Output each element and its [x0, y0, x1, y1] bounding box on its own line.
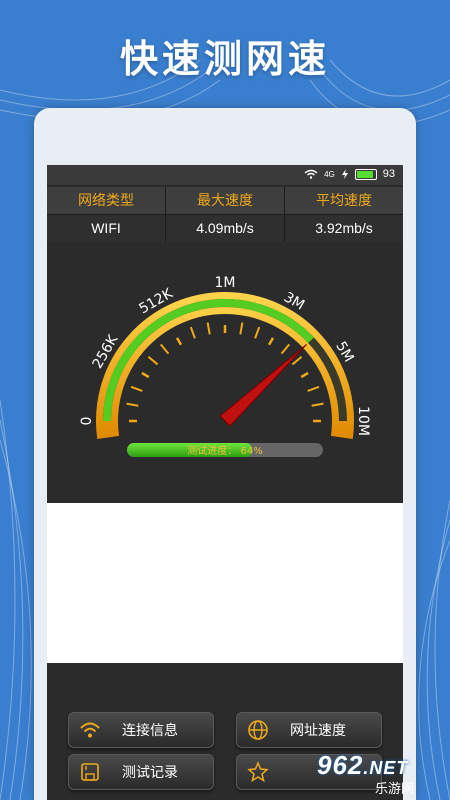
test-history-button[interactable]: 测试记录 [68, 754, 214, 790]
url-speed-button[interactable]: 网址速度 [236, 712, 382, 748]
star-icon [247, 761, 269, 783]
needle-pointer [219, 343, 308, 427]
watermark-brand: 962 [317, 750, 364, 780]
gauge-speed-arc [103, 299, 314, 422]
app-screen: 4G 93 网络类型 最大速度 平均速度 WIFI 4.09mb/s 3.92m… [47, 165, 403, 800]
network-type: 4G [324, 169, 335, 179]
gauge-tick [280, 343, 291, 355]
gauge-track [103, 299, 347, 422]
gauge-tick [141, 371, 150, 379]
gauge-label-3: 1M [215, 275, 236, 291]
results-area [47, 503, 403, 663]
charging-icon [341, 169, 348, 179]
battery-percent: 93 [382, 168, 395, 180]
value-max-speed: 4.09mb/s [166, 214, 285, 242]
gauge-tick [130, 385, 143, 392]
gauge-tick [311, 402, 324, 407]
gauge-tick [206, 322, 211, 335]
gauge-tick [300, 371, 309, 379]
gauge-tick [189, 326, 196, 339]
watermark-sub: 乐游网 [375, 781, 415, 796]
speedometer-gauge: 0256K512K1M3M5M10M 测试进度： 64% [79, 275, 371, 457]
header-max-speed: 最大速度 [166, 187, 285, 214]
wifi-icon [304, 169, 318, 179]
header-network-type: 网络类型 [47, 187, 166, 214]
gauge-tick [254, 326, 261, 339]
gauge-tick [147, 355, 159, 366]
gauge-tick [239, 322, 244, 335]
battery-level [356, 170, 374, 178]
gauge-needle [219, 343, 308, 427]
watermark-tld: .NET [363, 758, 409, 778]
status-bar: 4G 93 [47, 165, 403, 185]
gauge-tick [126, 402, 139, 407]
value-network-type: WIFI [47, 214, 166, 242]
gauge-label-6: 10M [355, 406, 371, 436]
speed-summary-table: 网络类型 最大速度 平均速度 WIFI 4.09mb/s 3.92mb/s [47, 187, 403, 242]
progress-label: 测试进度： 64% [187, 444, 262, 457]
battery-icon [354, 168, 377, 180]
page-headline: 快速测网速 [119, 37, 330, 81]
test-history-label: 测试记录 [122, 764, 178, 780]
connection-info-button[interactable]: 连接信息 [68, 712, 214, 748]
gauge-tick [159, 343, 170, 355]
gauge-tick [175, 337, 183, 346]
gauge-tick [307, 385, 320, 392]
gauge-tick [267, 337, 275, 346]
value-avg-speed: 3.92mb/s [285, 214, 403, 242]
site-watermark: 962.NET 乐游网 [305, 748, 445, 796]
gauge-label-0: 0 [79, 417, 95, 426]
header-avg-speed: 平均速度 [285, 187, 403, 214]
connection-info-label: 连接信息 [122, 722, 178, 738]
url-speed-label: 网址速度 [290, 722, 346, 738]
